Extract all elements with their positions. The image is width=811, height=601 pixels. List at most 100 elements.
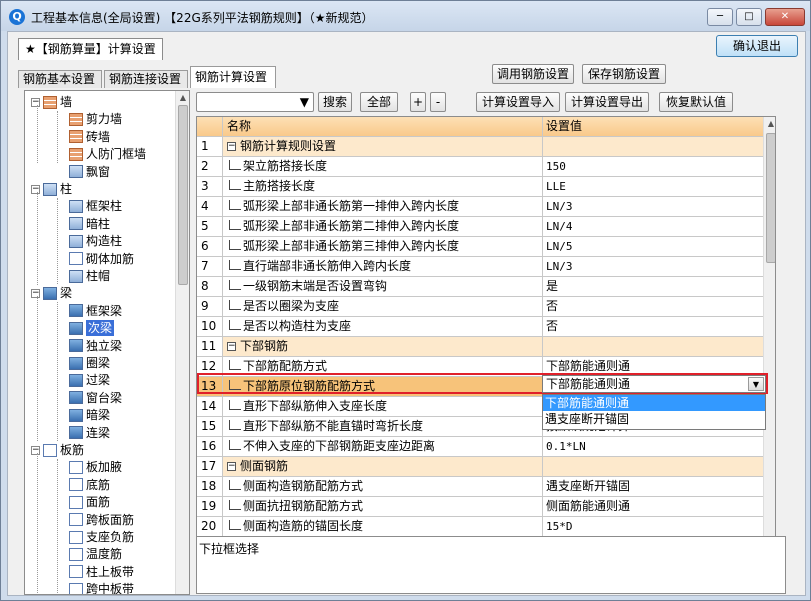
- confirm-exit-button[interactable]: 确认退出: [716, 35, 798, 57]
- table-row[interactable]: 20 侧面构造筋的锚固长度 15*D: [197, 517, 763, 537]
- tree-item[interactable]: 面筋: [69, 494, 110, 510]
- tree-item[interactable]: 柱上板带: [69, 564, 134, 580]
- grid-scroll-up-icon[interactable]: ▲: [764, 117, 775, 131]
- setting-value[interactable]: 否: [543, 297, 763, 316]
- setting-value[interactable]: LLE: [543, 177, 763, 196]
- tree-item[interactable]: 柱帽: [69, 268, 110, 284]
- setting-value[interactable]: [543, 337, 763, 356]
- table-row[interactable]: 10 是否以构造柱为支座 否: [197, 317, 763, 337]
- setting-value[interactable]: 侧面筋能通则通: [543, 497, 763, 516]
- settings-grid[interactable]: ▲ 名称 设置值 1− 钢筋计算规则设置 2 架立筋搭接长度 150 3 主筋搭接长度 LLE 4 弧…: [196, 116, 776, 562]
- tree-item[interactable]: 暗梁: [69, 407, 110, 423]
- grid-scroll-thumb[interactable]: [766, 133, 775, 263]
- tree-item[interactable]: 次梁: [69, 320, 115, 337]
- tree-item[interactable]: 过梁: [69, 372, 110, 388]
- tree-item[interactable]: 连梁: [69, 425, 110, 441]
- combobox-dropdown-button[interactable]: ▼: [748, 377, 764, 391]
- tab-calc-settings[interactable]: ★【钢筋算量】计算设置: [18, 38, 163, 60]
- tree-scroll-thumb[interactable]: [178, 105, 188, 285]
- group-row[interactable]: 11− 下部钢筋: [197, 337, 763, 357]
- tree-item[interactable]: 板加腋: [69, 459, 122, 475]
- restore-default-button[interactable]: 恢复默认值: [659, 92, 733, 112]
- setting-value[interactable]: 15*D: [543, 517, 763, 536]
- dropdown-list[interactable]: 下部筋能通则通 遇支座断开锚固: [542, 394, 766, 430]
- setting-name: − 钢筋计算规则设置: [223, 137, 543, 156]
- all-button[interactable]: 全部: [360, 92, 398, 112]
- table-row[interactable]: 6 弧形梁上部非通长筋第三排伸入跨内长度 LN/5: [197, 237, 763, 257]
- setting-value[interactable]: 遇支座断开锚固: [543, 477, 763, 496]
- tab-rebar-connection[interactable]: 钢筋连接设置: [104, 70, 188, 88]
- filter-select[interactable]: ▼: [196, 92, 314, 112]
- grid-scrollbar[interactable]: ▲: [763, 117, 775, 561]
- group-row[interactable]: 1− 钢筋计算规则设置: [197, 137, 763, 157]
- tree-item[interactable]: 跨中板带: [69, 581, 134, 594]
- tab-rebar-calc[interactable]: 钢筋计算设置: [190, 66, 276, 88]
- collapse-icon[interactable]: −: [31, 184, 40, 194]
- tree-item[interactable]: 剪力墙: [69, 111, 122, 127]
- tree-item[interactable]: 砖墙: [69, 129, 110, 145]
- tree-item[interactable]: 窗台梁: [69, 390, 122, 406]
- tree-scrollbar[interactable]: ▲: [175, 91, 189, 594]
- import-settings-button[interactable]: 计算设置导入: [476, 92, 560, 112]
- collapse-icon[interactable]: −: [227, 342, 236, 351]
- maximize-button[interactable]: □: [736, 8, 762, 26]
- setting-value[interactable]: LN/3: [543, 197, 763, 216]
- tree-item[interactable]: 构造柱: [69, 233, 122, 249]
- group-row[interactable]: 17− 侧面钢筋: [197, 457, 763, 477]
- scroll-up-icon[interactable]: ▲: [176, 91, 189, 105]
- save-rebar-settings-button[interactable]: 保存钢筋设置: [582, 64, 666, 84]
- setting-value[interactable]: [543, 457, 763, 476]
- tree-item[interactable]: 温度筋: [69, 546, 122, 562]
- export-settings-button[interactable]: 计算设置导出: [565, 92, 649, 112]
- collapse-icon[interactable]: −: [31, 445, 40, 455]
- tree-item[interactable]: 支座负筋: [69, 529, 134, 545]
- tree-item[interactable]: 底筋: [69, 477, 110, 493]
- setting-value[interactable]: LN/4: [543, 217, 763, 236]
- table-row[interactable]: 4 弧形梁上部非通长筋第一排伸入跨内长度 LN/3: [197, 197, 763, 217]
- expand-button[interactable]: +: [410, 92, 426, 112]
- tree-item[interactable]: 暗柱: [69, 216, 110, 232]
- tree-item[interactable]: 独立梁: [69, 338, 122, 354]
- tree-item[interactable]: 飘窗: [69, 164, 110, 180]
- tree-item[interactable]: 人防门框墙: [69, 146, 146, 162]
- setting-value[interactable]: 0.1*LN: [543, 437, 763, 456]
- tree-item[interactable]: 跨板面筋: [69, 512, 134, 528]
- table-row[interactable]: 19 侧面抗扭钢筋配筋方式 侧面筋能通则通: [197, 497, 763, 517]
- dropdown-option[interactable]: 遇支座断开锚固: [543, 411, 765, 427]
- setting-value[interactable]: LN/5: [543, 237, 763, 256]
- minimize-button[interactable]: ─: [707, 8, 733, 26]
- tree-item[interactable]: 框架梁: [69, 303, 122, 319]
- close-button[interactable]: ✕: [765, 8, 805, 26]
- tree-item[interactable]: 框架柱: [69, 198, 122, 214]
- table-row[interactable]: 8 一级钢筋末端是否设置弯钩 是: [197, 277, 763, 297]
- table-row[interactable]: 9 是否以圈梁为支座 否: [197, 297, 763, 317]
- setting-value[interactable]: 150: [543, 157, 763, 176]
- tree-item[interactable]: − 板筋: [31, 442, 84, 458]
- collapse-icon[interactable]: −: [31, 288, 40, 298]
- tab-rebar-basic[interactable]: 钢筋基本设置: [18, 70, 102, 88]
- setting-value[interactable]: 是: [543, 277, 763, 296]
- table-row[interactable]: 5 弧形梁上部非通长筋第二排伸入跨内长度 LN/4: [197, 217, 763, 237]
- table-row[interactable]: 16 不伸入支座的下部钢筋距支座边距离 0.1*LN: [197, 437, 763, 457]
- search-button[interactable]: 搜索: [318, 92, 352, 112]
- table-row[interactable]: 3 主筋搭接长度 LLE: [197, 177, 763, 197]
- setting-value[interactable]: [543, 137, 763, 156]
- setting-value[interactable]: LN/3: [543, 257, 763, 276]
- collapse-icon[interactable]: −: [227, 142, 236, 151]
- tree-item-label: 面筋: [86, 495, 111, 510]
- table-row[interactable]: 18 侧面构造钢筋配筋方式 遇支座断开锚固: [197, 477, 763, 497]
- tree-item[interactable]: 砌体加筋: [69, 251, 134, 267]
- table-row[interactable]: 7 直行端部非通长筋伸入跨内长度 LN/3: [197, 257, 763, 277]
- dropdown-option[interactable]: 下部筋能通则通: [543, 395, 765, 411]
- tree-item-label: 圈梁: [86, 356, 111, 370]
- collapse-button[interactable]: -: [430, 92, 446, 112]
- call-rebar-settings-button[interactable]: 调用钢筋设置: [492, 64, 574, 84]
- collapse-icon[interactable]: −: [227, 462, 236, 471]
- setting-value[interactable]: 否: [543, 317, 763, 336]
- table-row[interactable]: 2 架立筋搭接长度 150: [197, 157, 763, 177]
- component-tree[interactable]: ▲ − 墙剪力墙 砖墙 人防门框墙 飘窗 − 柱框架柱 暗柱 构造柱 砌体加筋 柱帽 − 梁框架梁 次梁独…: [24, 90, 190, 595]
- tree-item[interactable]: 圈梁: [69, 355, 110, 371]
- temperature-rebar-icon: [69, 547, 83, 561]
- value-combobox[interactable]: 下部筋能通则通 ▼: [542, 375, 766, 393]
- collapse-icon[interactable]: −: [31, 97, 40, 107]
